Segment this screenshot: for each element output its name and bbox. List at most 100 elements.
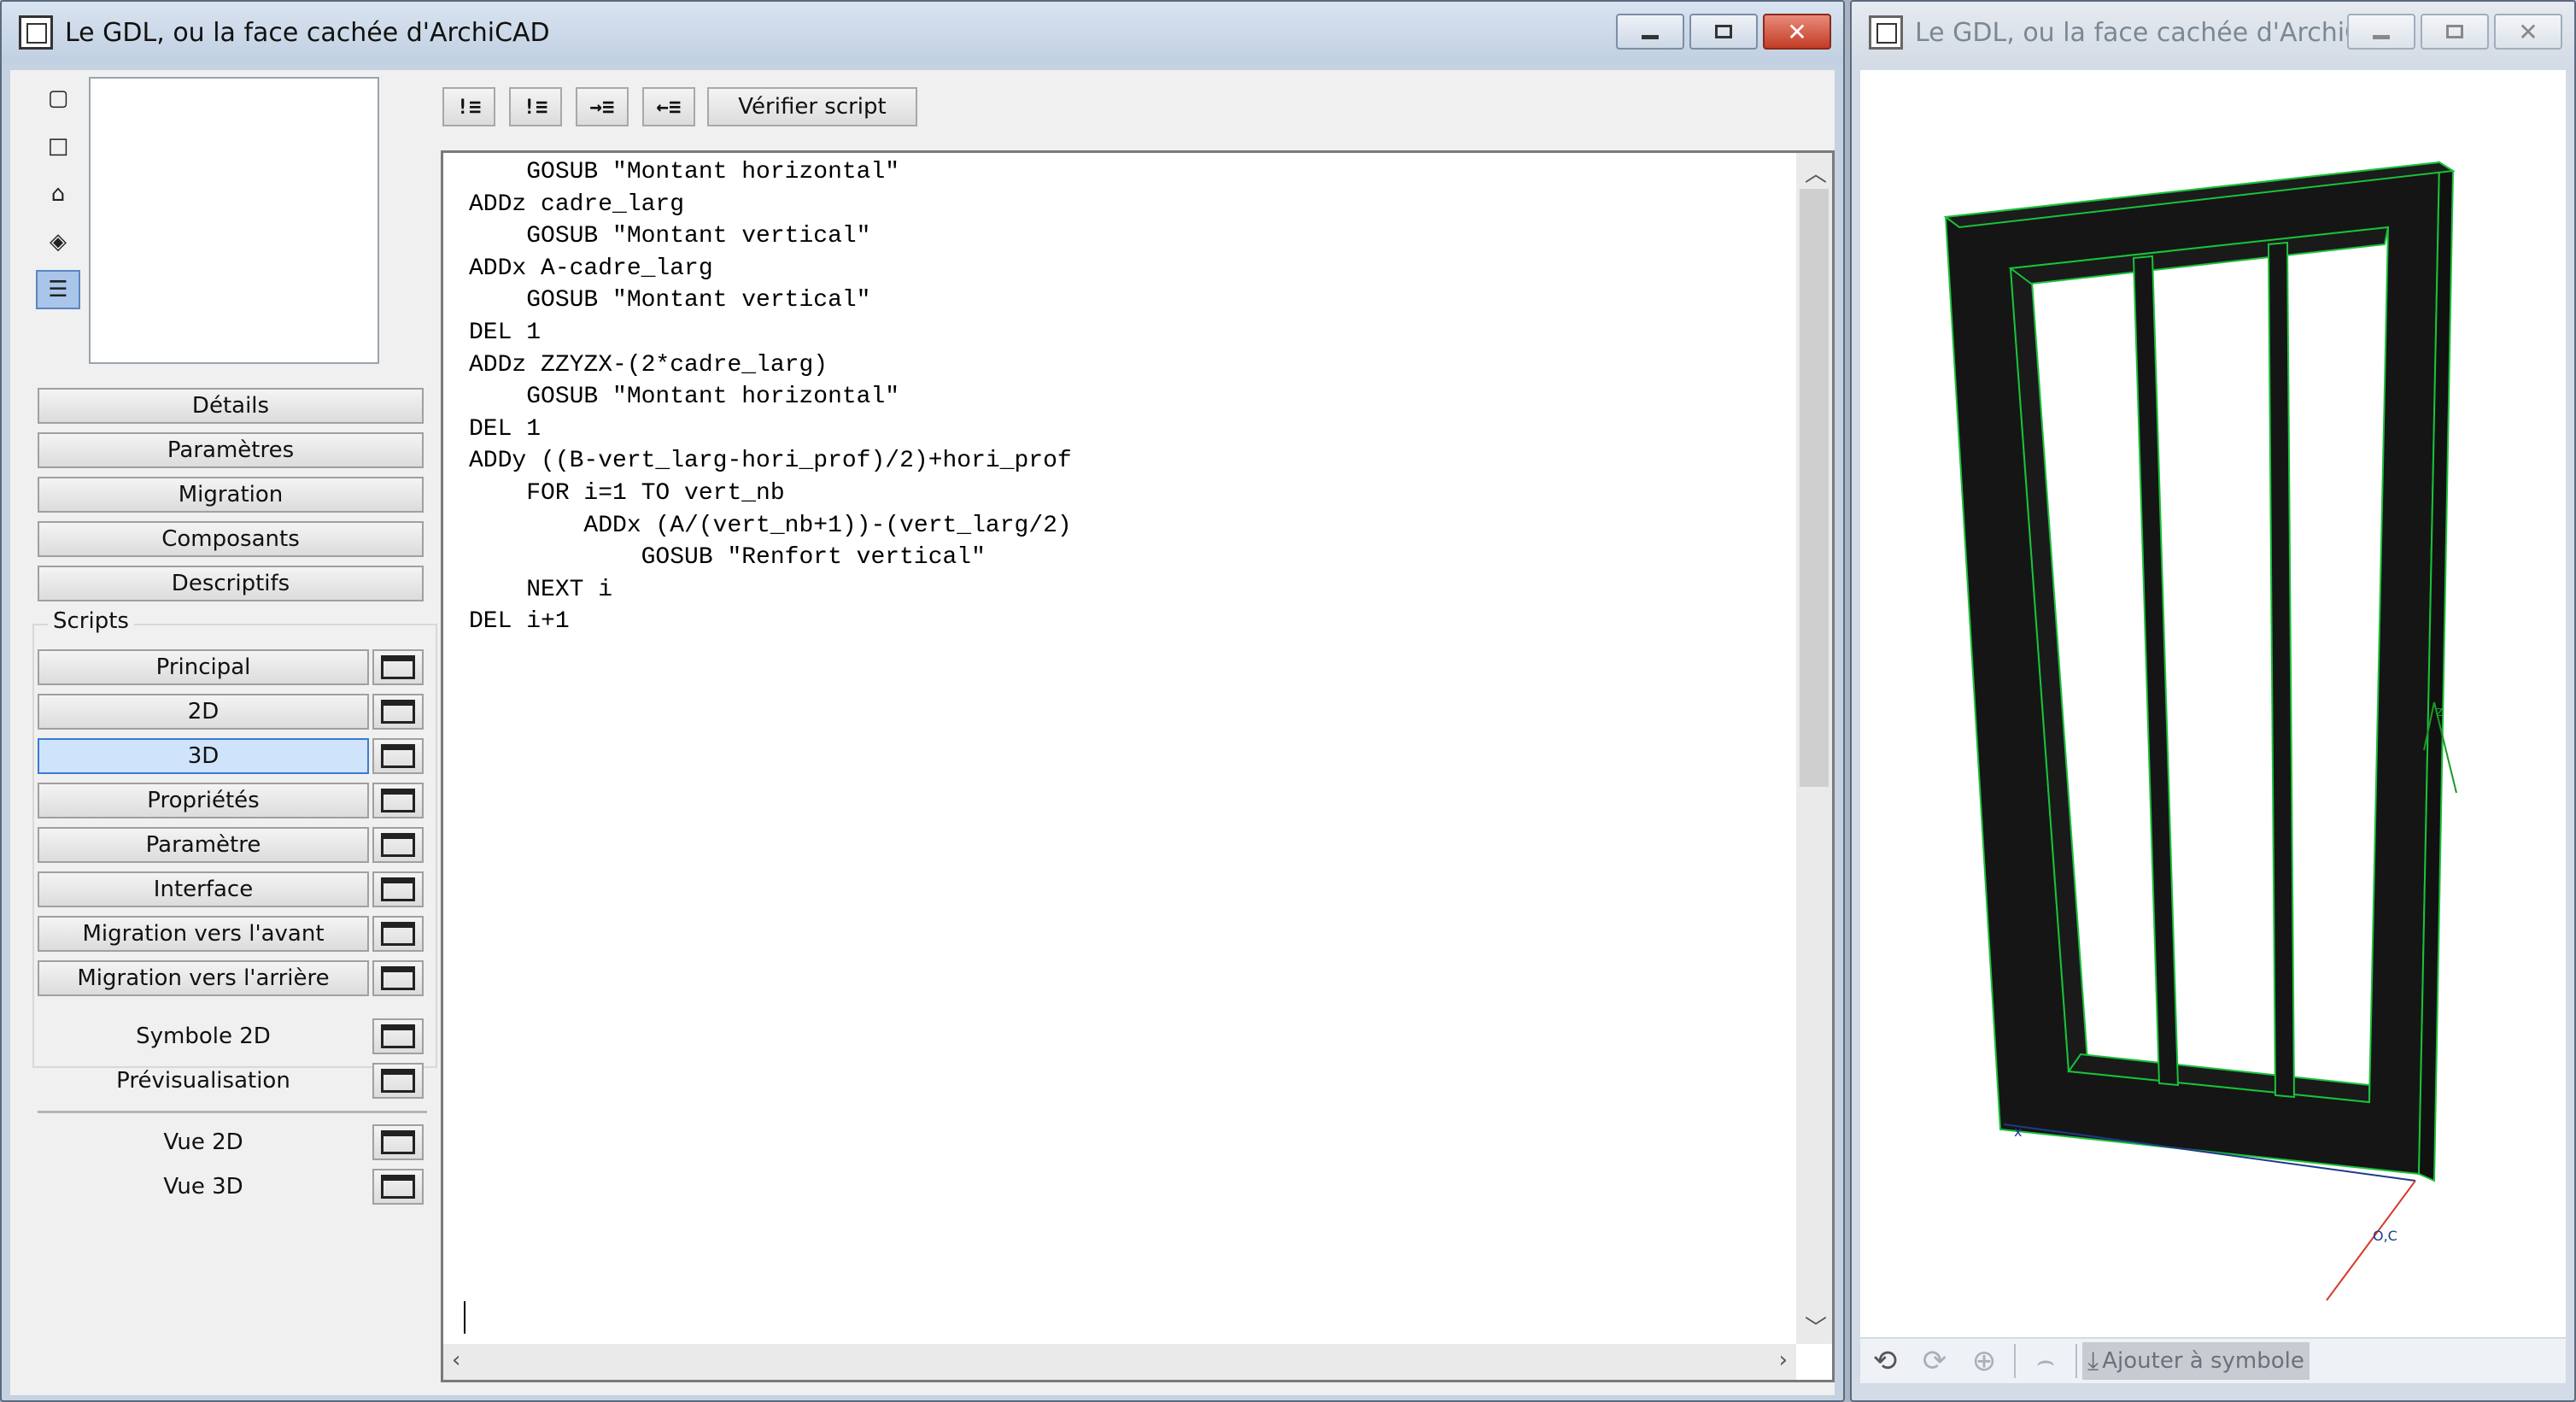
open-window-button[interactable]	[372, 1063, 424, 1099]
vertical-scrollbar[interactable]: ︿ ﹀	[1796, 153, 1832, 1344]
minimize-icon	[1642, 34, 1659, 39]
open-window-button[interactable]	[372, 960, 424, 996]
open-window-button[interactable]	[372, 1124, 424, 1160]
close-icon: ✕	[1787, 17, 1807, 46]
editor-titlebar[interactable]: Le GDL, ou la face cachée d'ArchiCAD ✕	[2, 2, 1843, 63]
toolbar-separator	[2075, 1344, 2077, 1378]
preview-label[interactable]: Prévisualisation	[38, 1063, 369, 1099]
script-interface-button[interactable]: Interface	[38, 871, 369, 907]
open-window-button[interactable]	[372, 783, 424, 818]
symbol-2d-label[interactable]: Symbole 2D	[38, 1018, 369, 1054]
minimize-icon	[2373, 34, 2390, 39]
window-icon	[381, 877, 415, 901]
script-principal-button[interactable]: Principal	[38, 649, 369, 685]
rotate-left-icon[interactable]: ⟲	[1860, 1340, 1910, 1381]
window-icon	[381, 922, 415, 946]
view-mode-icons: ▢ □ ⌂ ◈ ☰	[36, 79, 84, 318]
window-icon	[381, 789, 415, 812]
script-list-icon[interactable]: ☰	[36, 270, 80, 309]
script-2d-button[interactable]: 2D	[38, 694, 369, 730]
add-symbol-icon: ⤓	[2087, 1346, 2099, 1376]
script-properties-button[interactable]: Propriétés	[38, 783, 369, 818]
editor-window-title: Le GDL, ou la face cachée d'ArchiCAD	[65, 17, 550, 48]
scroll-up-icon[interactable]: ︿	[1805, 156, 1827, 188]
scrollbar-thumb[interactable]	[1800, 189, 1829, 787]
scroll-down-icon[interactable]: ﹀	[1805, 1311, 1827, 1342]
view-2d-label[interactable]: Vue 2D	[38, 1124, 369, 1160]
window-icon	[381, 1175, 415, 1199]
open-window-button[interactable]	[372, 1018, 424, 1054]
square-small-icon[interactable]: ▢	[36, 79, 80, 118]
minimize-button[interactable]	[2347, 14, 2415, 50]
maximize-button[interactable]	[2421, 14, 2489, 50]
open-window-button[interactable]	[372, 649, 424, 685]
horizontal-scrollbar[interactable]: ‹ ›	[443, 1344, 1796, 1380]
open-window-button[interactable]	[372, 827, 424, 863]
migration-button[interactable]: Migration	[38, 477, 424, 513]
uncomment-icon[interactable]: !≡	[509, 87, 562, 126]
3d-model-render: z x O,C	[1943, 161, 2457, 1301]
window-icon	[381, 700, 415, 724]
3d-viewport[interactable]: z x O,C	[1860, 70, 2566, 1337]
divider	[38, 1111, 427, 1113]
rotate-right-icon[interactable]: ⟳	[1910, 1340, 1959, 1381]
open-window-button[interactable]	[372, 871, 424, 907]
editor-body: ▢ □ ⌂ ◈ ☰ Détails Paramètres Migration C…	[10, 70, 1835, 1395]
window-icon	[381, 1024, 415, 1048]
view-3d-window: Le GDL, ou la face cachée d'ArchiC... ✕	[1850, 0, 2576, 1402]
preview-thumbnail	[89, 77, 379, 364]
maximize-icon	[2446, 25, 2463, 38]
scripts-group-label: Scripts	[48, 608, 134, 634]
open-window-button[interactable]	[372, 1169, 424, 1205]
details-button[interactable]: Détails	[38, 388, 424, 424]
descriptors-button[interactable]: Descriptifs	[38, 566, 424, 601]
script-backward-migration-button[interactable]: Migration vers l'arrière	[38, 960, 369, 996]
x-axis-label: x	[2014, 1123, 2022, 1140]
outdent-icon[interactable]: ←≡	[642, 87, 695, 126]
app-window-icon	[19, 15, 53, 50]
view-bottom-toolbar: ⟲ ⟳ ⊕ ⌢ ⤓ Ajouter à symbole	[1860, 1339, 2566, 1383]
close-button[interactable]: ✕	[1763, 14, 1831, 50]
add-to-symbol-label: Ajouter à symbole	[2102, 1348, 2304, 1374]
text-caret	[464, 1301, 465, 1334]
components-button[interactable]: Composants	[38, 521, 424, 557]
square-icon[interactable]: □	[36, 126, 80, 166]
script-code[interactable]: GOSUB "Montant horizontal" ADDz cadre_la…	[469, 156, 1072, 638]
add-to-symbol-button[interactable]: ⤓ Ajouter à symbole	[2082, 1342, 2310, 1380]
scroll-left-icon[interactable]: ‹	[452, 1347, 460, 1373]
minimize-button[interactable]	[1616, 14, 1684, 50]
script-editor[interactable]: GOSUB "Montant horizontal" ADDz cadre_la…	[441, 150, 1835, 1382]
script-forward-migration-button[interactable]: Migration vers l'avant	[38, 916, 369, 952]
origin-label: O,C	[2373, 1228, 2397, 1244]
close-icon: ✕	[2518, 17, 2538, 46]
view-window-title: Le GDL, ou la face cachée d'ArchiC...	[1915, 17, 2387, 48]
open-window-button[interactable]	[372, 738, 424, 774]
gdl-editor-window: Le GDL, ou la face cachée d'ArchiCAD ✕ ▢…	[0, 0, 1845, 1402]
verify-script-button[interactable]: Vérifier script	[707, 87, 917, 126]
window-icon	[381, 1069, 415, 1093]
parameters-button[interactable]: Paramètres	[38, 432, 424, 468]
indent-icon[interactable]: →≡	[576, 87, 629, 126]
window-icon	[381, 1130, 415, 1154]
window-icon	[381, 966, 415, 990]
view-3d-label[interactable]: Vue 3D	[38, 1169, 369, 1205]
window-icon	[381, 833, 415, 857]
maximize-icon	[1715, 25, 1732, 38]
script-parameter-button[interactable]: Paramètre	[38, 827, 369, 863]
z-axis-label: z	[2436, 703, 2443, 719]
scroll-right-icon[interactable]: ›	[1779, 1347, 1788, 1373]
maximize-button[interactable]	[1689, 14, 1758, 50]
view-titlebar[interactable]: Le GDL, ou la face cachée d'ArchiC... ✕	[1852, 2, 2574, 63]
cube-icon[interactable]: ◈	[36, 222, 80, 261]
close-button[interactable]: ✕	[2494, 14, 2562, 50]
open-window-button[interactable]	[372, 694, 424, 730]
undo-view-icon[interactable]: ⌢	[2021, 1340, 2070, 1381]
sidebar: ▢ □ ⌂ ◈ ☰ Détails Paramètres Migration C…	[10, 70, 437, 1395]
script-3d-button[interactable]: 3D	[38, 738, 369, 774]
open-window-button[interactable]	[372, 916, 424, 952]
window-icon	[381, 744, 415, 768]
comment-icon[interactable]: !≡	[442, 87, 495, 126]
object-icon[interactable]: ⌂	[36, 174, 80, 214]
zoom-icon[interactable]: ⊕	[1959, 1340, 2009, 1381]
3d-window-icon	[1869, 15, 1903, 50]
